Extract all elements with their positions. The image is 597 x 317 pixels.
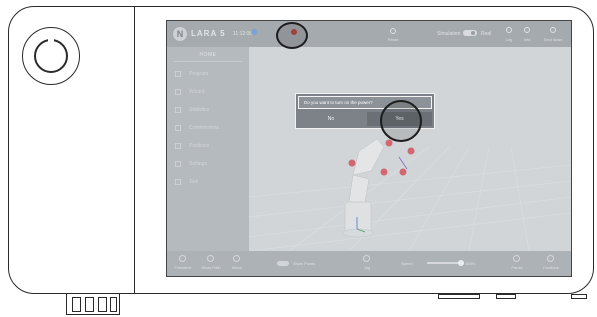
connector-slot [98, 297, 107, 312]
cable-connector [66, 293, 120, 315]
hardware-button[interactable] [438, 294, 480, 299]
hardware-button[interactable] [496, 294, 516, 299]
emergency-stop-icon [34, 38, 68, 73]
connector-slot [72, 297, 81, 312]
modal-backdrop [167, 21, 571, 276]
hardware-button[interactable] [571, 294, 587, 299]
connector-slot [85, 297, 94, 312]
highlight-power-circle [276, 22, 308, 49]
highlight-yes-circle [380, 100, 422, 142]
dialog-message: Do you want to turn on the power? [304, 100, 373, 105]
connector-slot [110, 297, 117, 312]
pendant-screen: N LARA 5 11:12:08 Reset Log Info Shut do… [166, 20, 572, 277]
no-button[interactable]: No [298, 112, 364, 126]
